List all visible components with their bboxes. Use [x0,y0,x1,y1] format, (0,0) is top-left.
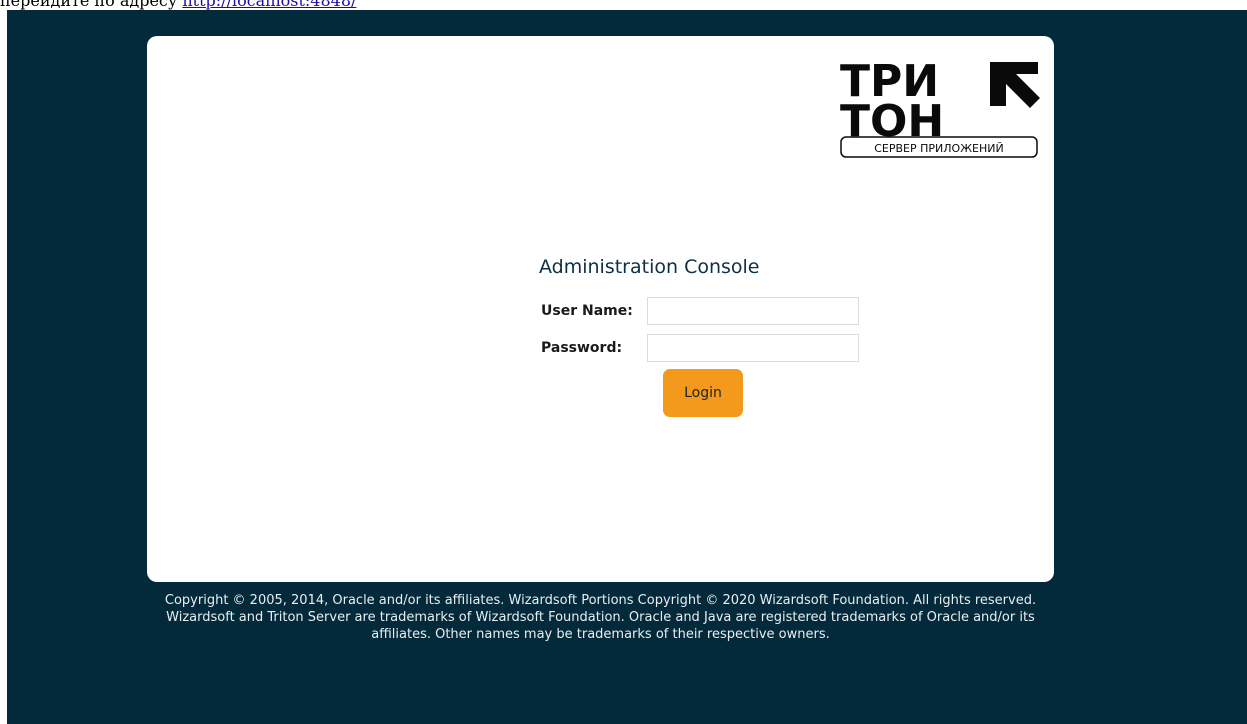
login-button-row: Login [539,369,879,417]
arrow-up-left-icon [990,62,1040,108]
login-form: Administration Console User Name: Passwo… [539,254,879,417]
login-button[interactable]: Login [663,369,743,417]
password-input[interactable] [647,334,859,362]
username-label: User Name: [541,303,633,319]
localhost-link[interactable]: http://localhost:4848/ [182,0,356,10]
logo-tagline: СЕРВЕР ПРИЛОЖЕНИЙ [874,142,1003,155]
top-text: перейдите по адресу http://localhost:484… [0,0,356,10]
page-title: Administration Console [539,256,760,278]
top-strip: перейдите по адресу http://localhost:484… [0,0,1247,10]
top-text-prefix: перейдите по адресу [0,0,183,10]
triton-logo-graphic: ТРИ ТОН СЕРВЕР ПРИЛОЖЕНИЙ [840,56,1040,158]
username-input[interactable] [647,297,859,325]
password-row: Password: [539,331,879,365]
logo-line2: ТОН [840,96,944,147]
page-background: ТРИ ТОН СЕРВЕР ПРИЛОЖЕНИЙ Administration… [7,10,1247,724]
copyright-footer: Copyright © 2005, 2014, Oracle and/or it… [164,593,1037,642]
triton-logo: ТРИ ТОН СЕРВЕР ПРИЛОЖЕНИЙ [840,56,1040,160]
login-card: ТРИ ТОН СЕРВЕР ПРИЛОЖЕНИЙ Administration… [147,36,1054,582]
password-label: Password: [541,340,623,356]
username-row: User Name: [539,294,879,328]
